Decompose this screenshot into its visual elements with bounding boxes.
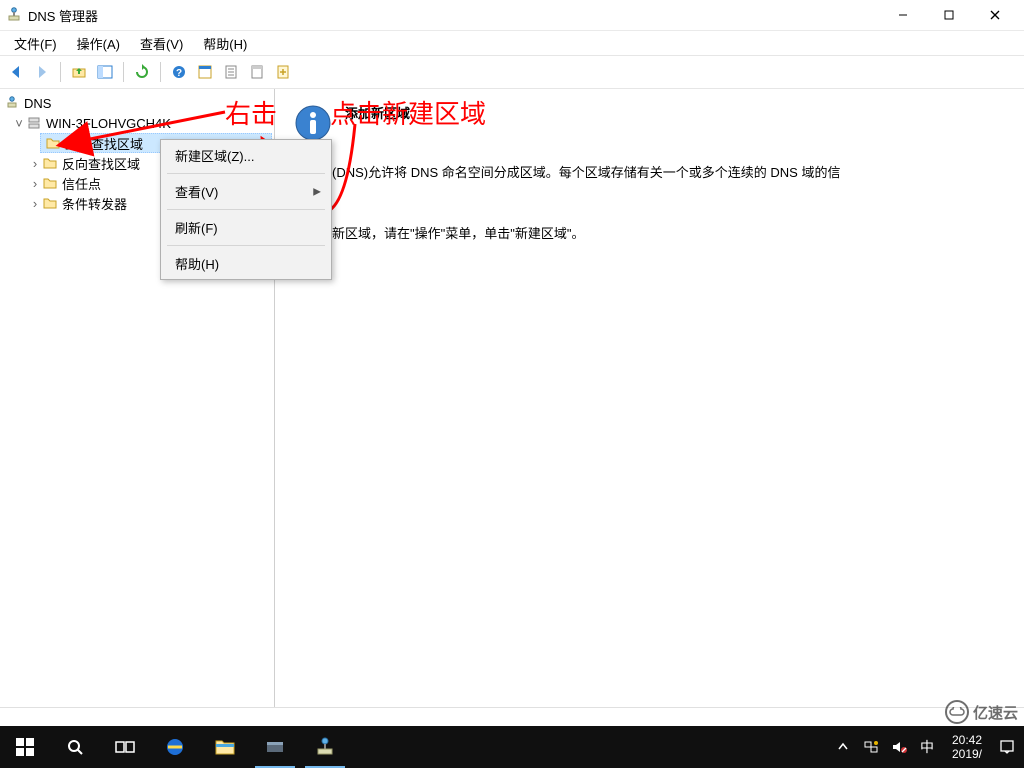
context-menu: 新建区域(Z)... 查看(V) ▶ 刷新(F) 帮助(H) bbox=[160, 139, 332, 280]
add-record-icon[interactable] bbox=[271, 60, 295, 84]
ctx-view-label: 查看(V) bbox=[175, 182, 218, 201]
tree-cond-label: 条件转发器 bbox=[62, 194, 127, 213]
dns-root-icon bbox=[4, 95, 20, 111]
details-icon[interactable] bbox=[245, 60, 269, 84]
list-icon[interactable] bbox=[219, 60, 243, 84]
tree-server[interactable]: ˅ WIN-3FLOHVGCH4K bbox=[2, 113, 272, 133]
bottom-strip bbox=[0, 707, 1024, 726]
tree-trust-label: 信任点 bbox=[62, 174, 101, 193]
ctx-help[interactable]: 帮助(H) bbox=[161, 248, 331, 279]
content-paragraph-2: 加一个新区域，请在"操作"菜单，单击"新建区域"。 bbox=[293, 224, 1006, 245]
tray-chevron-icon[interactable] bbox=[832, 726, 854, 768]
menu-action[interactable]: 操作(A) bbox=[67, 32, 130, 55]
app-icon bbox=[6, 7, 22, 23]
expander-icon[interactable]: › bbox=[28, 176, 42, 191]
folder-up-icon[interactable] bbox=[67, 60, 91, 84]
ctx-separator bbox=[167, 209, 325, 210]
minimize-button[interactable] bbox=[880, 0, 926, 30]
server-icon bbox=[26, 115, 42, 131]
cloud-icon bbox=[945, 700, 969, 724]
tree-root-label: DNS bbox=[24, 96, 51, 111]
content-heading: 添加新区域 bbox=[345, 103, 410, 122]
taskbar: 中 20:42 2019/ bbox=[0, 726, 1024, 768]
help-icon[interactable]: ? bbox=[167, 60, 191, 84]
task-dns-manager[interactable] bbox=[300, 726, 350, 768]
clock-date: 2019/ bbox=[952, 747, 982, 761]
tray-volume-icon[interactable] bbox=[888, 726, 910, 768]
ctx-refresh[interactable]: 刷新(F) bbox=[161, 212, 331, 243]
tree-forward-label: 正向查找区域 bbox=[65, 134, 143, 153]
tray-notifications-icon[interactable] bbox=[996, 726, 1018, 768]
taskview-button[interactable] bbox=[100, 726, 150, 768]
task-explorer[interactable] bbox=[200, 726, 250, 768]
watermark-text: 亿速云 bbox=[973, 702, 1018, 723]
tray-ime-icon[interactable]: 中 bbox=[916, 726, 938, 768]
chevron-right-icon: ▶ bbox=[313, 186, 321, 197]
ctx-help-label: 帮助(H) bbox=[175, 254, 219, 273]
properties-icon[interactable] bbox=[193, 60, 217, 84]
split-area: DNS ˅ WIN-3FLOHVGCH4K 正向查找区域 › bbox=[0, 89, 1024, 707]
folder-icon bbox=[42, 155, 58, 171]
task-server-manager[interactable] bbox=[250, 726, 300, 768]
content-paragraph-1: 称系统(DNS)允许将 DNS 命名空间分成区域。每个区域存储有关一个或多个连续… bbox=[293, 163, 1006, 184]
ctx-separator bbox=[167, 245, 325, 246]
folder-icon bbox=[42, 175, 58, 191]
task-ie[interactable] bbox=[150, 726, 200, 768]
ctx-view[interactable]: 查看(V) ▶ bbox=[161, 176, 331, 207]
showhide-pane-icon[interactable] bbox=[93, 60, 117, 84]
menu-view[interactable]: 查看(V) bbox=[130, 32, 193, 55]
clock-time: 20:42 bbox=[952, 733, 982, 747]
menu-help[interactable]: 帮助(H) bbox=[193, 32, 257, 55]
svg-text:?: ? bbox=[176, 68, 182, 79]
ctx-new-zone-label: 新建区域(Z)... bbox=[175, 146, 254, 165]
tree-reverse-label: 反向查找区域 bbox=[62, 154, 140, 173]
folder-icon bbox=[45, 135, 61, 151]
start-button[interactable] bbox=[0, 726, 50, 768]
expander-icon[interactable]: › bbox=[28, 156, 42, 171]
ctx-refresh-label: 刷新(F) bbox=[175, 218, 218, 237]
tree-server-label: WIN-3FLOHVGCH4K bbox=[46, 116, 171, 131]
folder-icon bbox=[42, 195, 58, 211]
expander-icon[interactable]: ˅ bbox=[12, 116, 26, 131]
menu-file[interactable]: 文件(F) bbox=[4, 32, 67, 55]
titlebar: DNS 管理器 bbox=[0, 0, 1024, 31]
ctx-separator bbox=[167, 173, 325, 174]
nav-back-icon[interactable] bbox=[4, 60, 28, 84]
taskbar-clock[interactable]: 20:42 2019/ bbox=[944, 733, 990, 762]
expander-icon[interactable]: › bbox=[28, 196, 42, 211]
nav-forward-icon[interactable] bbox=[30, 60, 54, 84]
toolbar: ? bbox=[0, 55, 1024, 89]
watermark: 亿速云 bbox=[945, 700, 1018, 724]
menubar: 文件(F) 操作(A) 查看(V) 帮助(H) bbox=[0, 31, 1024, 55]
close-button[interactable] bbox=[972, 0, 1018, 30]
refresh-icon[interactable] bbox=[130, 60, 154, 84]
info-icon bbox=[293, 103, 333, 143]
tray-network-icon[interactable] bbox=[860, 726, 882, 768]
tree-root-dns[interactable]: DNS bbox=[2, 93, 272, 113]
ctx-new-zone[interactable]: 新建区域(Z)... bbox=[161, 140, 331, 171]
window-title: DNS 管理器 bbox=[28, 6, 98, 25]
search-button[interactable] bbox=[50, 726, 100, 768]
maximize-button[interactable] bbox=[926, 0, 972, 30]
content-pane: 添加新区域 称系统(DNS)允许将 DNS 命名空间分成区域。每个区域存储有关一… bbox=[275, 89, 1024, 707]
